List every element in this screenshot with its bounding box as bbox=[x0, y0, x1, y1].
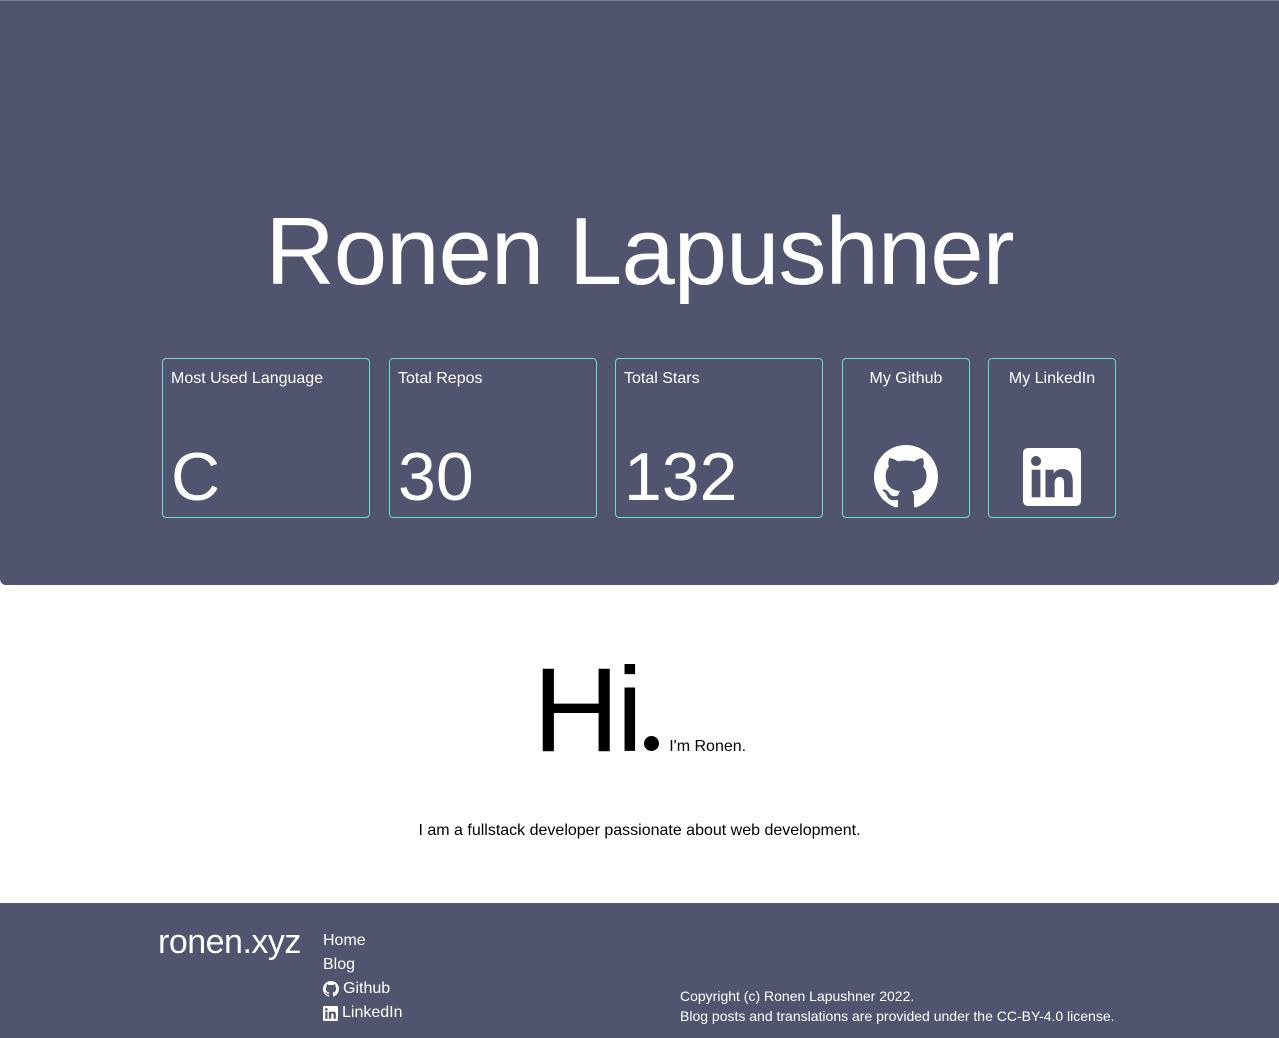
stat-label: Most Used Language bbox=[171, 370, 324, 387]
footer-link-blog[interactable]: Blog bbox=[323, 955, 355, 975]
stat-value: 30 bbox=[398, 439, 474, 515]
stat-value: 132 bbox=[624, 439, 738, 515]
stat-card-most-used-language: Most Used Language C bbox=[162, 358, 370, 518]
stat-card-total-repos: Total Repos 30 bbox=[389, 358, 597, 518]
card-label: My LinkedIn bbox=[1008, 370, 1096, 387]
linkedin-link-card[interactable]: My LinkedIn bbox=[988, 358, 1116, 518]
github-link-card[interactable]: My Github bbox=[842, 358, 970, 518]
footer-brand[interactable]: ronen.xyz bbox=[158, 923, 301, 962]
linkedin-icon[interactable] bbox=[1020, 445, 1084, 509]
footer: ronen.xyz Home Blog Github LinkedIn Copy… bbox=[0, 903, 1279, 1038]
github-icon bbox=[323, 981, 339, 997]
footer-link-github[interactable]: Github bbox=[343, 979, 390, 999]
copyright-line: Copyright (c) Ronen Lapushner 2022. bbox=[680, 988, 915, 1004]
tagline: I am a fullstack developer passionate ab… bbox=[418, 822, 861, 839]
stat-label: Total Stars bbox=[624, 370, 700, 387]
linkedin-icon bbox=[323, 1005, 338, 1021]
footer-nav-item-github[interactable]: Github bbox=[323, 977, 403, 1001]
footer-nav-item-linkedin[interactable]: LinkedIn bbox=[323, 1001, 403, 1025]
greeting-subtitle: I'm Ronen. bbox=[669, 738, 747, 755]
stat-value: C bbox=[171, 439, 221, 515]
footer-nav-item-home[interactable]: Home bbox=[323, 929, 403, 953]
intro-heading: Hi I'm Ronen. bbox=[0, 640, 1279, 780]
greeting-dot bbox=[644, 736, 660, 751]
license-line: Blog posts and translations are provided… bbox=[680, 1008, 1115, 1024]
footer-copyright: Copyright (c) Ronen Lapushner 2022. Blog… bbox=[680, 986, 1115, 1026]
footer-nav-item-blog[interactable]: Blog bbox=[323, 953, 403, 977]
footer-link-linkedin[interactable]: LinkedIn bbox=[342, 1003, 403, 1023]
stat-label: Total Repos bbox=[398, 370, 483, 387]
footer-link-home[interactable]: Home bbox=[323, 931, 366, 951]
greeting-text: Hi bbox=[532, 643, 643, 777]
page-title: Ronen Lapushner bbox=[265, 198, 1014, 305]
stat-card-total-stars: Total Stars 132 bbox=[615, 358, 823, 518]
card-label: My Github bbox=[869, 370, 943, 387]
footer-nav: Home Blog Github LinkedIn bbox=[323, 929, 403, 1025]
github-icon[interactable] bbox=[874, 445, 938, 509]
hero-banner: Ronen Lapushner Most Used Language C Tot… bbox=[0, 0, 1279, 585]
